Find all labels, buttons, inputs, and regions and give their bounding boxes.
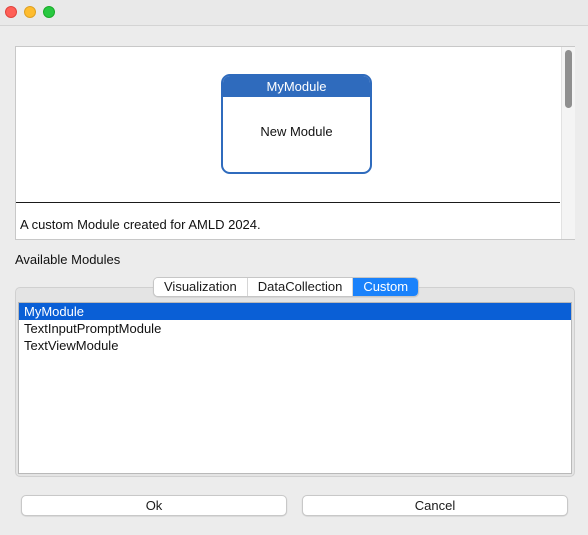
module-list[interactable]: MyModule TextInputPromptModule TextViewM… [18, 302, 572, 474]
list-item[interactable]: MyModule [19, 303, 571, 320]
scrollbar-thumb[interactable] [565, 50, 572, 108]
module-description: A custom Module created for AMLD 2024. [20, 217, 261, 232]
maximize-window-icon[interactable] [43, 6, 55, 18]
minimize-window-icon[interactable] [24, 6, 36, 18]
tab-custom[interactable]: Custom [353, 278, 419, 296]
tab-visualization[interactable]: Visualization [154, 278, 248, 296]
module-preview-panel: MyModule New Module A custom Module crea… [15, 46, 575, 240]
module-card: MyModule New Module [221, 74, 372, 174]
list-item[interactable]: TextViewModule [19, 337, 571, 354]
tab-datacollection[interactable]: DataCollection [247, 278, 354, 296]
preview-canvas: MyModule New Module [16, 47, 560, 203]
module-category-tabs: Visualization DataCollection Custom [153, 277, 420, 297]
title-bar [0, 0, 588, 26]
module-card-body: New Module [260, 124, 333, 139]
module-card-title: MyModule [223, 76, 370, 97]
list-item[interactable]: TextInputPromptModule [19, 320, 571, 337]
ok-button[interactable]: Ok [21, 495, 287, 516]
preview-scrollbar[interactable] [561, 47, 575, 239]
cancel-button[interactable]: Cancel [302, 495, 568, 516]
available-modules-label: Available Modules [15, 252, 121, 267]
close-window-icon[interactable] [5, 6, 17, 18]
